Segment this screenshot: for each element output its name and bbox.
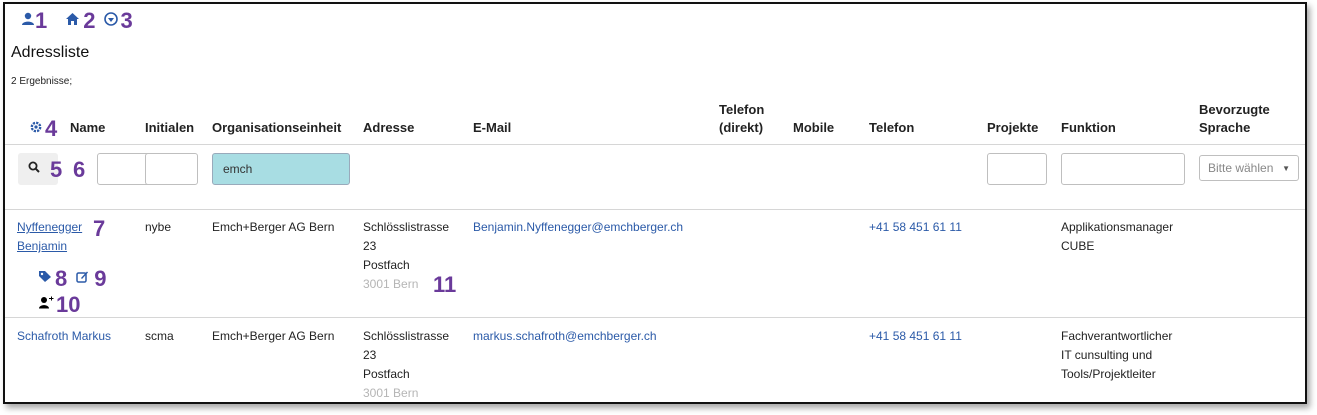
header-initialen[interactable]: Initialen [145, 119, 194, 137]
row-2-org: Emch+Berger AG Bern [212, 329, 335, 343]
column-settings[interactable]: 4 [29, 118, 57, 140]
table-row-1-name[interactable]: Nyffenegger Benjamin [17, 218, 82, 256]
projekte-filter-input[interactable] [987, 153, 1047, 185]
row-1-funktion: Applikationsmanager CUBE [1061, 220, 1174, 253]
search-icon [28, 160, 40, 178]
top-toolbar: 1 2 3 [21, 10, 141, 32]
user-icon[interactable] [21, 12, 35, 31]
marker-5: 5 [50, 157, 63, 182]
header-adresse[interactable]: Adresse [363, 119, 414, 137]
funktion-filter-input[interactable] [1061, 153, 1185, 185]
row-2-funktion: Fachverantwortlicher IT cunsulting und T… [1061, 329, 1173, 381]
row-2-email-link[interactable]: markus.schafroth@emchberger.ch [473, 327, 657, 346]
filter-divider [5, 209, 1305, 210]
marker-1: 1 [35, 8, 48, 33]
header-organisationseinheit[interactable]: Organisationseinheit [212, 119, 341, 137]
row-1-user-action: 10 [38, 294, 80, 316]
row-divider [5, 317, 1305, 318]
name-link-line1[interactable]: Nyffenegger [17, 220, 82, 234]
marker-2: 2 [83, 8, 96, 33]
name-link-line2[interactable]: Benjamin [17, 239, 67, 253]
sprache-select[interactable]: Bitte wählen ▼ [1199, 155, 1299, 181]
table-row-2-name[interactable]: Schafroth Markus [17, 327, 111, 346]
marker-4: 4 [45, 116, 58, 141]
marker-9: 9 [94, 266, 107, 291]
edit-icon[interactable] [76, 270, 89, 288]
header-telefon[interactable]: Telefon [869, 119, 914, 137]
row-1-initialen: nybe [145, 220, 172, 234]
row-1-email-link[interactable]: Benjamin.Nyffenegger@emchberger.ch [473, 218, 683, 237]
row-1-org: Emch+Berger AG Bern [212, 220, 335, 234]
caret-down-icon: ▼ [1282, 163, 1290, 173]
address-list-window: 1 2 3 Adressliste 2 Ergebnisse; 4 Name I… [3, 2, 1307, 404]
row-2-initialen: scma [145, 329, 174, 343]
name-link[interactable]: Schafroth Markus [17, 329, 111, 343]
row-1-actions: 8 9 [38, 268, 107, 290]
header-bevorzugte-sprache[interactable]: Bevorzugte Sprache [1199, 101, 1270, 137]
tag-icon[interactable] [38, 270, 52, 288]
user-add-icon[interactable] [38, 296, 54, 314]
header-mobile[interactable]: Mobile [793, 119, 834, 137]
initialen-filter-input[interactable] [145, 153, 198, 185]
organisationseinheit-filter-input[interactable]: emch [212, 153, 350, 185]
header-projekte[interactable]: Projekte [987, 119, 1038, 137]
row-1-telefon-link[interactable]: +41 58 451 61 11 [869, 218, 962, 237]
header-name[interactable]: Name [70, 119, 105, 137]
row-2-adresse: Schlösslistrasse 23 Postfach 3001 Bern [363, 329, 450, 400]
results-count: 2 Ergebnisse; [11, 76, 73, 87]
gear-icon[interactable] [29, 120, 43, 139]
marker-8: 8 [55, 266, 68, 291]
header-funktion[interactable]: Funktion [1061, 119, 1116, 137]
marker-6: 6 [73, 157, 86, 182]
page-title: Adressliste [11, 44, 90, 61]
header-telefon-direkt[interactable]: Telefon (direkt) [719, 101, 764, 137]
header-divider [5, 144, 1305, 145]
circle-arrow-icon[interactable] [103, 11, 118, 31]
header-email[interactable]: E-Mail [473, 119, 511, 137]
marker-3: 3 [120, 8, 133, 33]
marker-11: 11 [433, 272, 457, 297]
marker-7: 7 [93, 216, 106, 241]
home-icon[interactable] [65, 12, 80, 31]
marker-10: 10 [56, 292, 81, 317]
row-2-telefon-link[interactable]: +41 58 451 61 11 [869, 327, 962, 346]
